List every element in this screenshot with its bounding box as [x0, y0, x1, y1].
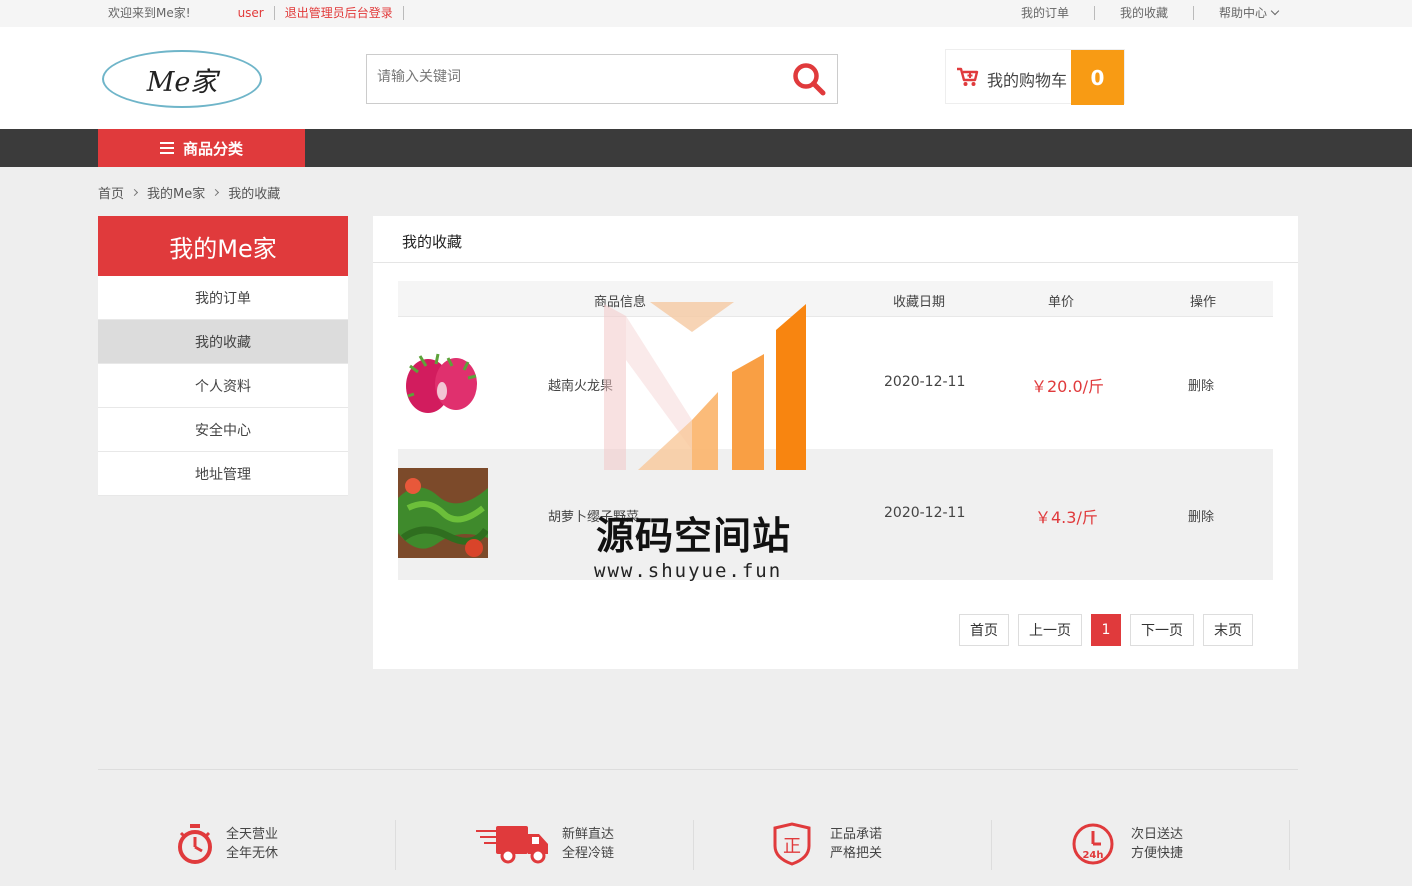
favorites-panel: 我的收藏 商品信息 收藏日期 单价 操作 越南火龙果 2020-12-11 ￥2…	[373, 216, 1298, 669]
delete-link[interactable]: 删除	[1188, 506, 1214, 525]
feature-next-day: 24h 次日送达方便快捷	[1071, 816, 1183, 872]
feature-subtitle: 全年无休	[226, 846, 279, 861]
breadcrumb-current: 我的收藏	[228, 187, 281, 202]
footer-divider	[98, 769, 1298, 770]
feature-subtitle: 全程冷链	[562, 846, 615, 861]
product-name[interactable]: 越南火龙果	[548, 375, 613, 394]
chevron-down-icon	[1270, 6, 1280, 16]
current-page-button[interactable]: 1	[1091, 614, 1121, 646]
prev-page-button[interactable]: 上一页	[1018, 614, 1082, 646]
feature-authentic: 正 正品承诺严格把关	[772, 816, 882, 872]
top-orders-link[interactable]: 我的订单	[1021, 4, 1069, 21]
clock-24h-icon: 24h	[1072, 823, 1114, 865]
sidebar-item-favorites[interactable]: 我的收藏	[98, 320, 348, 364]
shield-badge-text: 正	[783, 836, 801, 857]
favorite-date: 2020-12-11	[884, 505, 966, 521]
sidebar-item-addresses[interactable]: 地址管理	[98, 452, 348, 496]
cart-icon	[957, 67, 979, 86]
delete-link[interactable]: 删除	[1188, 375, 1214, 394]
breadcrumb-my-mejia[interactable]: 我的Me家	[147, 183, 205, 202]
feature-subtitle: 方便快捷	[1131, 846, 1184, 861]
footer-separator	[991, 820, 992, 870]
column-favorite-date: 收藏日期	[893, 295, 946, 310]
feature-subtitle: 严格把关	[830, 846, 883, 861]
clock-badge-text: 24h	[1082, 850, 1103, 861]
welcome-text: 欢迎来到Me家!	[108, 6, 191, 20]
feature-title: 全天营业	[226, 827, 279, 842]
help-center-label: 帮助中心	[1218, 6, 1267, 20]
header: Me家 我的购物车 0	[0, 27, 1412, 129]
column-unit-price: 单价	[1048, 295, 1075, 310]
main-nav: 商品分类	[0, 129, 1412, 167]
feature-title: 正品承诺	[830, 827, 883, 842]
favorites-table-header: 商品信息 收藏日期 单价 操作	[398, 281, 1273, 317]
category-menu-label: 商品分类	[182, 139, 243, 158]
sidebar-item-security[interactable]: 安全中心	[98, 408, 348, 452]
column-actions: 操作	[1190, 295, 1217, 310]
search-icon[interactable]	[791, 61, 827, 97]
favorite-date: 2020-12-11	[884, 374, 966, 390]
column-product-info: 商品信息	[594, 295, 647, 310]
sidebar-title: 我的Me家	[98, 216, 348, 276]
first-page-button[interactable]: 首页	[959, 614, 1009, 646]
last-page-button[interactable]: 末页	[1203, 614, 1253, 646]
product-image[interactable]	[398, 468, 488, 558]
chevron-right-icon	[212, 188, 220, 197]
breadcrumb-home[interactable]: 首页	[98, 183, 124, 202]
category-menu-button[interactable]: 商品分类	[98, 129, 305, 167]
search-input[interactable]	[377, 69, 777, 85]
username-link[interactable]: user	[238, 6, 264, 20]
logout-admin-link[interactable]: 退出管理员后台登录	[285, 4, 393, 21]
feature-fresh-delivery: 新鲜直达 全程冷链	[476, 816, 614, 872]
shield-icon: 正	[773, 822, 811, 866]
top-bar: 欢迎来到Me家! user 退出管理员后台登录 我的订单 我的收藏 帮助中心	[0, 0, 1412, 27]
panel-title: 我的收藏	[402, 233, 463, 251]
delivery-truck-icon	[476, 826, 548, 864]
cart-label: 我的购物车	[987, 71, 1068, 90]
footer-separator	[693, 820, 694, 870]
help-center-dropdown[interactable]: 帮助中心	[1218, 4, 1280, 21]
product-price: ￥4.3/斤	[1035, 508, 1098, 527]
feature-title: 新鲜直达	[562, 827, 615, 842]
sidebar-item-orders[interactable]: 我的订单	[98, 276, 348, 320]
table-row: 越南火龙果 2020-12-11 ￥20.0/斤 删除	[398, 318, 1273, 449]
footer-separator	[1289, 820, 1290, 870]
product-price: ￥20.0/斤	[1031, 377, 1105, 396]
product-image[interactable]	[398, 336, 488, 426]
account-sidebar: 我的Me家 我的订单 我的收藏 个人资料 安全中心 地址管理	[98, 216, 348, 496]
menu-icon	[159, 142, 174, 154]
site-logo[interactable]: Me家	[102, 50, 262, 108]
pagination: 首页 上一页 1 下一页 末页	[950, 614, 1253, 646]
breadcrumb: 首页 我的Me家 我的收藏	[98, 183, 280, 202]
divider	[373, 262, 1298, 263]
table-row: 胡萝卜缨子野菜 2020-12-11 ￥4.3/斤 删除	[398, 449, 1273, 580]
cart-button[interactable]: 我的购物车 0	[945, 49, 1125, 105]
feature-title: 次日送达	[1131, 827, 1184, 842]
product-name[interactable]: 胡萝卜缨子野菜	[548, 506, 639, 525]
footer-separator	[395, 820, 396, 870]
feature-all-day: 全天营业 全年无休	[176, 816, 278, 872]
sidebar-item-profile[interactable]: 个人资料	[98, 364, 348, 408]
cart-count-badge: 0	[1071, 50, 1124, 105]
stopwatch-icon	[178, 824, 212, 864]
search-box	[366, 54, 838, 104]
chevron-right-icon	[130, 188, 139, 197]
next-page-button[interactable]: 下一页	[1130, 614, 1194, 646]
top-favorites-link[interactable]: 我的收藏	[1120, 4, 1168, 21]
